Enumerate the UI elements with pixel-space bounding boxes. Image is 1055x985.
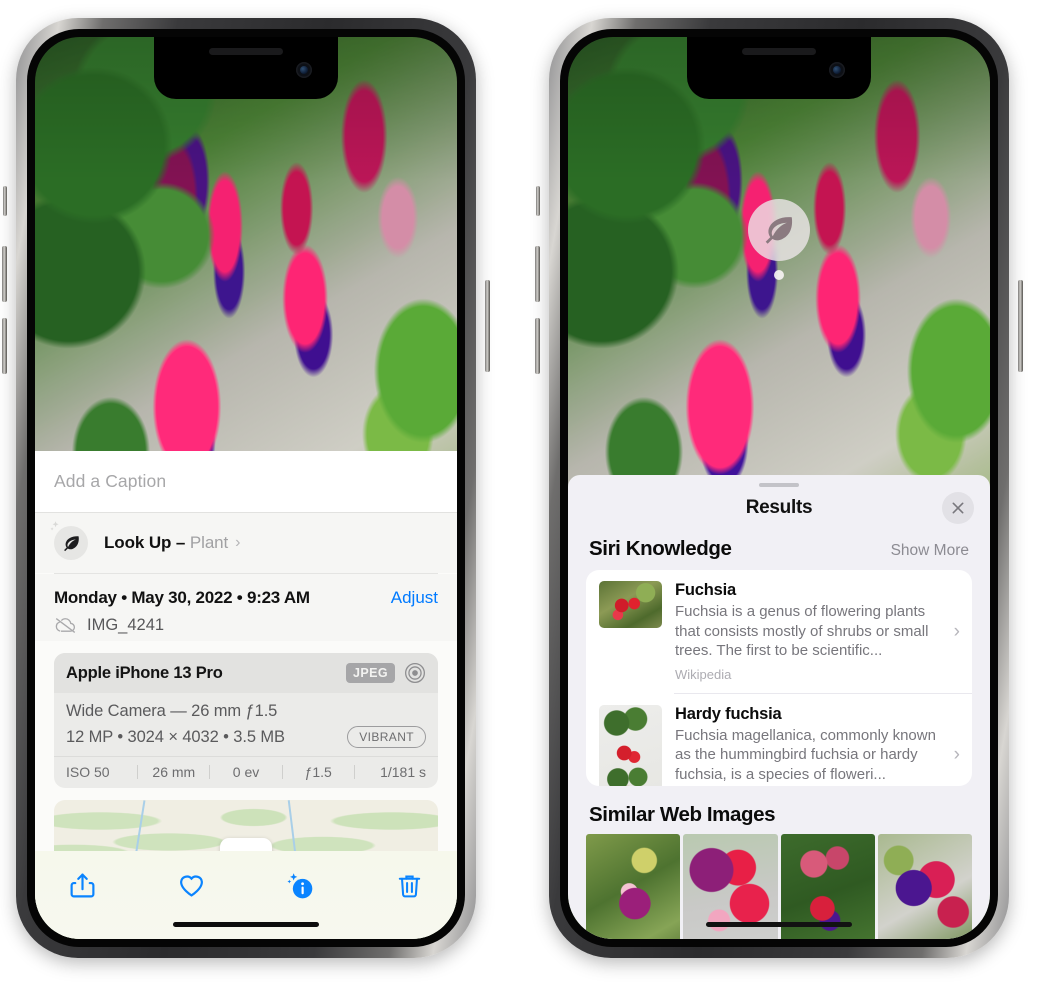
camera-model: Apple iPhone 13 Pro (66, 663, 223, 682)
left-phone-bezel: Add a Caption Look Up – Plant › Monday •… (27, 29, 465, 947)
size-row: 12 MP • 3024 × 4032 • 3.5 MB VIBRANT (66, 726, 426, 748)
notch (687, 37, 871, 99)
info-sparkle-icon (287, 872, 313, 898)
notch (154, 37, 338, 99)
date-row: Monday • May 30, 2022 • 9:23 AM Adjust (54, 588, 438, 608)
result-thumbnail (599, 581, 662, 629)
result-description: Fuchsia magellanica, commonly known as t… (675, 726, 936, 783)
exif-aperture: ƒ1.5 (304, 764, 332, 780)
filename-row: IMG_4241 (54, 616, 438, 635)
exif-focal: 26 mm (152, 764, 196, 780)
silent-switch[interactable] (3, 186, 7, 216)
result-text: Fuchsia Fuchsia is a genus of flowering … (675, 581, 937, 682)
image-size-info: 12 MP • 3024 × 4032 • 3.5 MB (66, 727, 285, 746)
similar-web-images-header: Similar Web Images (568, 786, 990, 834)
look-up-title: Look Up (104, 533, 172, 552)
siri-knowledge-card: Fuchsia Fuchsia is a genus of flowering … (586, 570, 972, 786)
home-indicator[interactable] (173, 922, 319, 927)
favorite-button[interactable] (170, 864, 212, 906)
delete-button[interactable] (389, 864, 431, 906)
siri-knowledge-header: Siri Knowledge Show More (568, 529, 990, 570)
look-up-subject: Plant (189, 533, 229, 552)
camera-info-card: Apple iPhone 13 Pro JPEG Wide Camera — 2… (54, 653, 438, 788)
exif-row: ISO 50 26 mm 0 ev ƒ1.5 1/181 s (54, 756, 438, 788)
leaf-glyph (765, 217, 793, 244)
aperture-icon (405, 663, 425, 683)
volume-up-button[interactable] (535, 246, 540, 302)
similar-web-images-title: Similar Web Images (589, 802, 776, 826)
results-title: Results (745, 497, 813, 519)
silent-switch[interactable] (536, 186, 540, 216)
format-badge: JPEG (346, 663, 395, 683)
look-up-label: Look Up – Plant (104, 533, 228, 553)
trash-icon (399, 875, 421, 897)
heart-icon (179, 875, 203, 897)
home-indicator[interactable] (706, 922, 852, 927)
adjust-button[interactable]: Adjust (391, 588, 438, 608)
show-more-button[interactable]: Show More (891, 542, 969, 560)
pin-anchor-dot (774, 270, 784, 280)
close-icon (952, 502, 964, 514)
sparkles-icon (50, 521, 59, 531)
share-button[interactable] (61, 864, 103, 906)
right-phone-screen: Results Siri Knowledge Show More Fuchsia… (568, 37, 990, 939)
power-button[interactable] (1018, 280, 1023, 372)
front-camera-icon (296, 62, 312, 78)
chevron-right-icon: › (953, 620, 960, 642)
camera-header: Apple iPhone 13 Pro JPEG (54, 653, 438, 693)
camera-body: Wide Camera — 26 mm ƒ1.5 12 MP • 3024 × … (54, 693, 438, 756)
exif-iso: ISO 50 (66, 764, 110, 780)
result-thumbnail (599, 704, 662, 786)
leaf-icon (50, 521, 88, 560)
leaf-icon[interactable] (748, 199, 810, 261)
close-button[interactable] (942, 492, 974, 525)
result-title: Fuchsia (675, 581, 736, 600)
list-item[interactable]: Fuchsia Fuchsia is a genus of flowering … (586, 570, 972, 693)
list-item[interactable]: Hardy fuchsia Fuchsia magellanica, commo… (586, 694, 972, 786)
result-description: Fuchsia is a genus of flowering plants t… (675, 603, 929, 660)
volume-down-button[interactable] (2, 318, 7, 374)
results-sheet: Results Siri Knowledge Show More Fuchsia… (568, 475, 990, 939)
left-phone-frame: Add a Caption Look Up – Plant › Monday •… (2, 18, 490, 958)
result-title: Hardy fuchsia (675, 704, 782, 723)
visual-lookup-pin[interactable] (748, 199, 810, 280)
result-source: Wikipedia (675, 666, 732, 682)
chevron-right-icon: › (235, 534, 241, 551)
look-up-row[interactable]: Look Up – Plant › (35, 513, 457, 573)
volume-up-button[interactable] (2, 246, 7, 302)
photographic-style-badge: VIBRANT (347, 726, 426, 748)
web-image-thumbnail[interactable] (586, 833, 681, 939)
exif-exposure: 0 ev (232, 764, 260, 780)
lens-info: Wide Camera — 26 mm ƒ1.5 (66, 702, 278, 720)
photo-toolbar (35, 851, 457, 939)
screenshot-stage: Add a Caption Look Up – Plant › Monday •… (0, 0, 1055, 985)
right-phone-bezel: Results Siri Knowledge Show More Fuchsia… (560, 29, 998, 947)
photo-filename: IMG_4241 (87, 616, 165, 634)
siri-knowledge-title: Siri Knowledge (589, 537, 732, 561)
earpiece-speaker (742, 48, 816, 55)
earpiece-speaker (209, 48, 283, 55)
camera-header-badges: JPEG (346, 662, 426, 684)
left-phone-screen: Add a Caption Look Up – Plant › Monday •… (35, 37, 457, 939)
look-up-dash: – (171, 533, 190, 552)
caption-input[interactable]: Add a Caption (54, 471, 166, 492)
toolbar-icons (35, 851, 457, 906)
cloud-slash-icon (55, 618, 76, 633)
exif-shutter: 1/181 s (380, 764, 427, 780)
photo-metadata-block: Monday • May 30, 2022 • 9:23 AM Adjust I… (35, 574, 457, 641)
right-phone-frame: Results Siri Knowledge Show More Fuchsia… (535, 18, 1023, 958)
share-icon (70, 873, 94, 897)
chevron-right-icon: › (953, 744, 960, 766)
caption-field-row[interactable]: Add a Caption (35, 451, 457, 513)
info-button[interactable] (280, 864, 322, 906)
volume-down-button[interactable] (535, 318, 540, 374)
web-image-thumbnail[interactable] (877, 833, 972, 939)
front-camera-icon (829, 62, 845, 78)
result-text: Hardy fuchsia Fuchsia magellanica, commo… (675, 705, 937, 786)
results-header: Results (568, 487, 990, 529)
photo-date: Monday • May 30, 2022 • 9:23 AM (54, 588, 310, 607)
power-button[interactable] (485, 280, 490, 372)
